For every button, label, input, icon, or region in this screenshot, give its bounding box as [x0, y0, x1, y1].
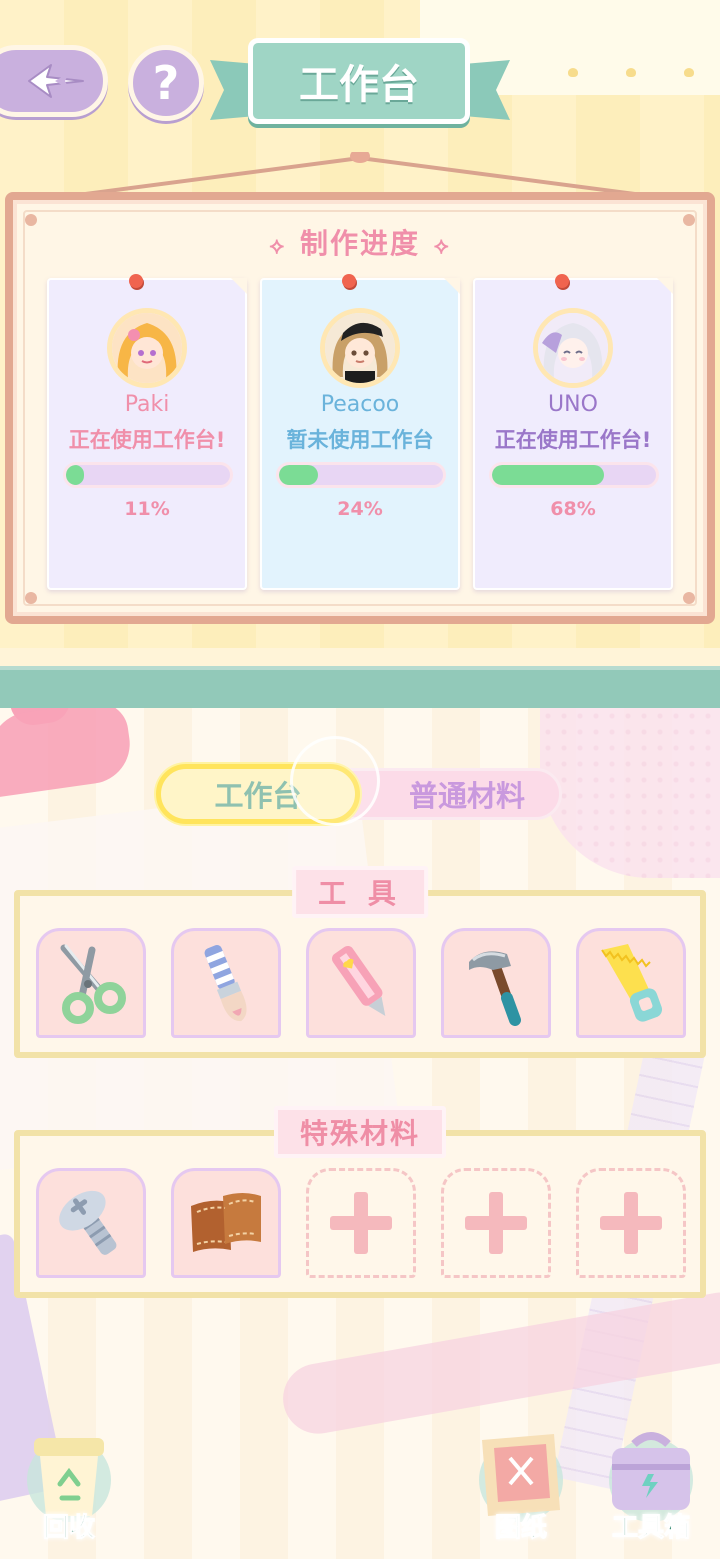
tool-slot-paintbrush[interactable] — [171, 928, 281, 1038]
toolbox-button[interactable]: 工具箱 — [596, 1424, 706, 1544]
material-slot-empty[interactable] — [576, 1168, 686, 1278]
material-slot-screw[interactable] — [36, 1168, 146, 1278]
tool-slot-saw[interactable] — [576, 928, 686, 1038]
material-slot-empty[interactable] — [441, 1168, 551, 1278]
toolbox-label: 工具箱 — [611, 1513, 690, 1544]
recycle-button[interactable]: 回收 — [14, 1424, 124, 1544]
progress-fill — [492, 465, 604, 485]
scissors-icon — [60, 944, 126, 1024]
nail-icon — [25, 592, 37, 604]
help-icon: ? — [152, 56, 180, 110]
progress-percent: 24% — [337, 498, 383, 520]
sparkle-icon: ⟡ — [269, 234, 286, 259]
progress-percent: 68% — [550, 498, 596, 520]
avatar — [107, 308, 187, 388]
tap-indicator — [290, 736, 380, 826]
player-status: 暂未使用工作台 — [286, 428, 434, 452]
utility-knife-icon — [331, 945, 386, 1017]
ribbon-decoration — [277, 1286, 720, 1440]
progress-percent: 11% — [124, 498, 170, 520]
pushpin-icon — [342, 274, 356, 288]
tool-slot-scissors[interactable] — [36, 928, 146, 1038]
progress-fill — [66, 465, 85, 485]
workbench-area: 普通材料 工作台 工 具 特殊材料 回收 图纸 工具箱 — [0, 708, 720, 1559]
player-card-uno[interactable]: UNO 正在使用工作台! 68% — [473, 274, 673, 590]
tools-panel: 工 具 — [14, 866, 706, 1058]
player-status: 正在使用工作台! — [68, 428, 226, 452]
special-materials-label: 特殊材料 — [273, 1106, 447, 1158]
tool-slot-utility-knife[interactable] — [306, 928, 416, 1038]
player-name: UNO — [548, 392, 598, 417]
plus-icon — [330, 1192, 392, 1254]
sparkle-icon: ⟡ — [434, 234, 451, 259]
divider-strip — [0, 648, 720, 708]
avatar — [320, 308, 400, 388]
material-slot-leather[interactable] — [171, 1168, 281, 1278]
help-button[interactable]: ? — [128, 45, 204, 121]
plus-icon — [465, 1192, 527, 1254]
avatar — [533, 308, 613, 388]
player-name: Peacoo — [320, 392, 400, 417]
top-area: ? 工作台 ⟡ 制作进度 ⟡ Paki 正在使用工作台! 11% Peacoo … — [0, 0, 720, 665]
progress-board: ⟡ 制作进度 ⟡ Paki 正在使用工作台! 11% Peacoo 暂未使用工作… — [5, 192, 715, 624]
blueprint-button[interactable]: 图纸 — [466, 1424, 576, 1544]
paintbrush-icon — [204, 944, 247, 1022]
tools-label: 工 具 — [292, 866, 428, 918]
tool-slot-hammer[interactable] — [441, 928, 551, 1038]
page-title: 工作台 — [248, 38, 470, 124]
tab-normal-materials[interactable]: 普通材料 — [372, 768, 562, 820]
clip-decoration — [0, 708, 135, 798]
player-status: 正在使用工作台! — [494, 428, 652, 452]
player-card-peacoo[interactable]: Peacoo 暂未使用工作台 24% — [260, 274, 460, 590]
progress-fill — [279, 465, 319, 485]
leather-icon — [191, 1193, 261, 1252]
plus-icon — [600, 1192, 662, 1254]
blueprint-label: 图纸 — [494, 1513, 547, 1544]
recycle-label: 回收 — [42, 1513, 95, 1544]
back-button[interactable] — [0, 45, 108, 117]
hammer-icon — [469, 951, 521, 1026]
material-slot-empty[interactable] — [306, 1168, 416, 1278]
back-arrow-icon — [28, 64, 84, 98]
player-name: Paki — [124, 392, 170, 417]
progress-title: ⟡ 制作进度 ⟡ — [269, 227, 451, 260]
progress-bar — [63, 462, 233, 488]
pushpin-icon — [555, 274, 569, 288]
pushpin-icon — [129, 274, 143, 288]
saw-icon — [601, 944, 663, 1022]
progress-bar — [276, 462, 446, 488]
screw-icon — [59, 1190, 117, 1255]
progress-bar — [489, 462, 659, 488]
player-card-paki[interactable]: Paki 正在使用工作台! 11% — [47, 274, 247, 590]
nail-icon — [683, 592, 695, 604]
doily-decoration — [540, 708, 720, 878]
special-materials-panel: 特殊材料 — [14, 1106, 706, 1298]
